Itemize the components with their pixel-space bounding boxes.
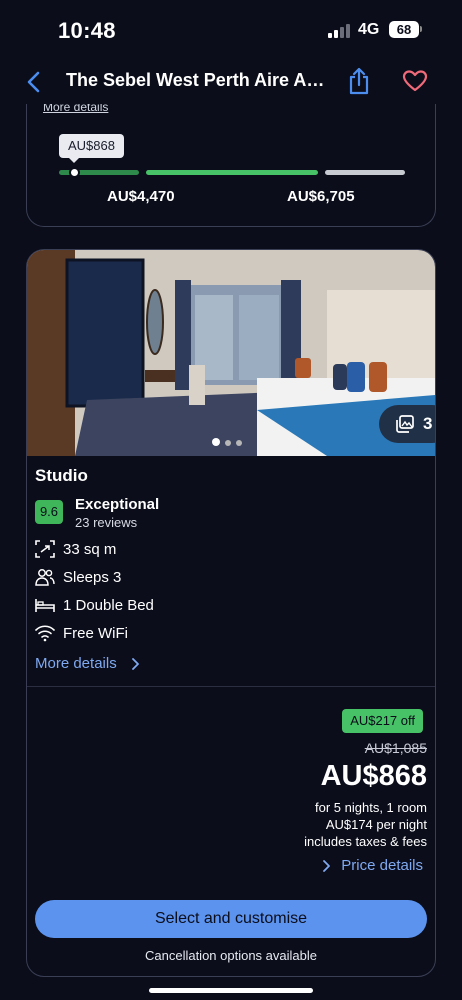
room-card: 3 Studio 9.6 Exceptional 23 reviews 33 s… [26, 249, 436, 977]
feature-label: Free WiFi [63, 625, 128, 642]
more-details-label: More details [35, 655, 117, 672]
price-info-per-night: AU$174 per night [325, 817, 427, 832]
price-info-nights: for 5 nights, 1 room [315, 800, 427, 815]
wifi-icon [35, 625, 55, 642]
more-details-link[interactable]: More details [35, 655, 139, 672]
page-title: The Sebel West Perth Aire Apartments [66, 70, 334, 90]
original-price: AU$1,085 [364, 740, 427, 756]
bed-icon [35, 599, 55, 612]
feature-label: 1 Double Bed [63, 597, 154, 614]
nav-header: The Sebel West Perth Aire Apartments [0, 60, 462, 104]
price-tag: AU$868 [59, 134, 124, 163]
photo-pager [212, 433, 247, 451]
cancellation-note: Cancellation options available [144, 948, 317, 963]
current-price: AU$868 [320, 760, 427, 792]
price-marker [69, 167, 80, 178]
clock: 10:48 [58, 18, 116, 43]
pager-dot-active [212, 438, 220, 446]
pager-dot [236, 440, 242, 446]
area-icon [35, 540, 55, 558]
chevron-right-icon [323, 860, 331, 872]
price-high-label: AU$6,705 [287, 188, 355, 205]
chevron-right-icon [132, 658, 139, 670]
favorite-heart-icon[interactable] [402, 69, 428, 93]
price-info-taxes: includes taxes & fees [304, 834, 427, 849]
photo-count-button[interactable]: 3 [379, 405, 435, 443]
price-bar-high [325, 170, 405, 175]
photo-count: 3 [423, 414, 433, 433]
price-low-label: AU$4,470 [107, 188, 175, 205]
discount-badge: AU$217 off [342, 709, 423, 733]
room-photo[interactable] [27, 250, 435, 456]
rating-label: Exceptional [75, 496, 160, 513]
review-count: 23 reviews [75, 515, 138, 530]
status-bar: 10:48 4G 68 [0, 0, 462, 60]
home-indicator [149, 988, 313, 993]
price-details-label: Price details [341, 857, 423, 874]
network-label: 4G [358, 21, 380, 38]
feature-label: 33 sq m [63, 541, 117, 558]
room-title: Studio [35, 466, 88, 485]
price-details-link[interactable]: Price details [323, 857, 423, 874]
battery-tip [420, 26, 422, 32]
share-icon[interactable] [346, 66, 372, 96]
price-bar-mid [146, 170, 318, 175]
gallery-icon [396, 415, 414, 433]
feature-label: Sleeps 3 [63, 569, 122, 586]
rating-score-badge: 9.6 [35, 500, 63, 524]
divider [27, 686, 435, 687]
battery-icon: 68 [389, 21, 419, 38]
pager-dot [225, 440, 231, 446]
signal-icon [328, 24, 350, 38]
people-icon [35, 569, 55, 586]
back-icon[interactable] [24, 70, 44, 94]
select-and-customise-button[interactable]: Select and customise [35, 900, 427, 938]
